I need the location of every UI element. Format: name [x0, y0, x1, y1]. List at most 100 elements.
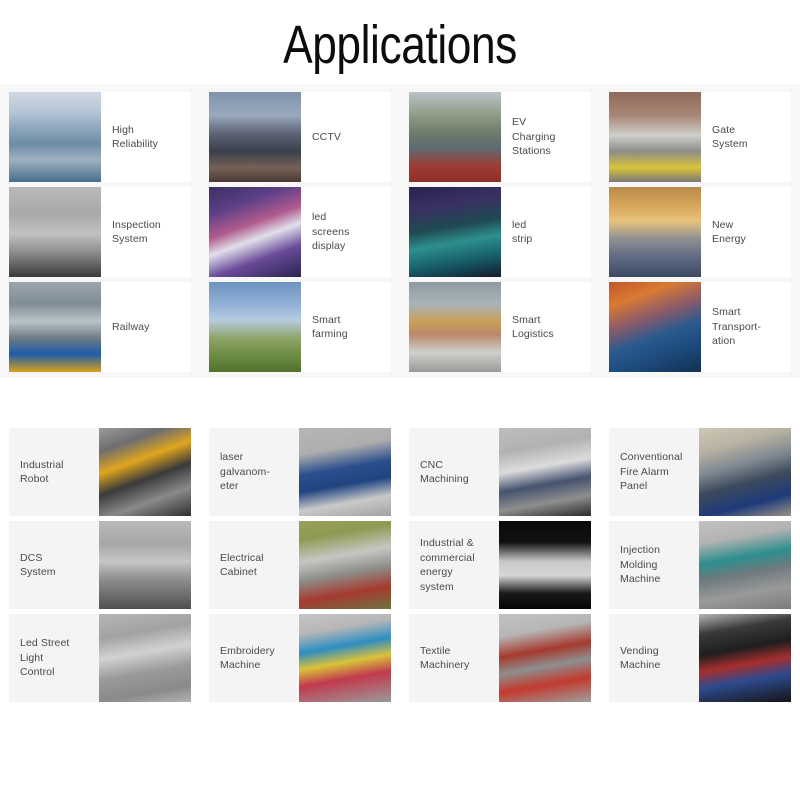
application-card-inspection-system[interactable]: Inspection System — [9, 187, 191, 277]
application-card-label: New Energy — [712, 218, 746, 246]
application-card-label: led screens display — [312, 211, 350, 253]
application-card-laser-galvanometer[interactable]: laser galvanom- eter — [209, 428, 391, 516]
application-cell: Railway — [0, 282, 200, 372]
application-card-textile-machinery[interactable]: Textile Machinery — [409, 614, 591, 702]
embroidery-machine-image — [299, 614, 391, 702]
application-cell: Embroidery Machine — [200, 614, 400, 702]
application-card-led-screens-display[interactable]: led screens display — [209, 187, 391, 277]
application-card-label: led strip — [512, 218, 533, 246]
industrial-robot-image — [99, 428, 191, 516]
application-card-label: laser galvanom- eter — [220, 451, 270, 493]
application-card-label: Electrical Cabinet — [220, 551, 264, 579]
application-card-label: Led Street Light Control — [20, 637, 70, 679]
vending-machine-image — [699, 614, 791, 702]
application-card-embroidery-machine[interactable]: Embroidery Machine — [209, 614, 391, 702]
application-card-smart-logistics[interactable]: Smart Logistics — [409, 282, 591, 372]
application-cell: led screens display — [200, 187, 400, 277]
secondary-applications-section: Industrial Robot laser galvanom- eter CN… — [0, 422, 800, 702]
energy-storage-cabinet-image — [499, 521, 591, 609]
barrier-gate-image — [609, 92, 701, 182]
application-cell: Inspection System — [0, 187, 200, 277]
application-card-electrical-cabinet[interactable]: Electrical Cabinet — [209, 521, 391, 609]
cctv-street-image — [209, 92, 301, 182]
application-row: Led Street Light Control Embroidery Mach… — [0, 614, 800, 702]
application-card-label: Smart Transport- ation — [712, 306, 762, 348]
application-cell: Industrial & commercial energy system — [400, 521, 600, 609]
application-card-label: Conventional Fire Alarm Panel — [620, 451, 683, 493]
application-cell: Smart Logistics — [400, 282, 600, 372]
application-cell: Electrical Cabinet — [200, 521, 400, 609]
application-cell: Industrial Robot — [0, 428, 200, 516]
application-card-label: Industrial & commercial energy system — [420, 537, 475, 593]
application-cell: EV Charging Stations — [400, 92, 600, 182]
ev-charging-image — [409, 92, 501, 182]
application-row: Railway Smart farming Smart Logistics Sm… — [0, 282, 800, 372]
application-card-label: Railway — [112, 320, 150, 333]
application-card-smart-farming[interactable]: Smart farming — [209, 282, 391, 372]
application-cell: DCS System — [0, 521, 200, 609]
turnstile-gates-image — [9, 92, 101, 182]
led-strip-house-image — [409, 187, 501, 277]
application-card-vending-machine[interactable]: Vending Machine — [609, 614, 791, 702]
application-card-ev-charging-stations[interactable]: EV Charging Stations — [409, 92, 591, 182]
application-card-gate-system[interactable]: Gate System — [609, 92, 791, 182]
application-card-new-energy[interactable]: New Energy — [609, 187, 791, 277]
application-card-dcs-system[interactable]: DCS System — [9, 521, 191, 609]
cnc-machine-image — [499, 428, 591, 516]
application-row: Inspection System led screens display le… — [0, 187, 800, 277]
application-cell: Conventional Fire Alarm Panel — [600, 428, 800, 516]
truck-light-trails-image — [609, 282, 701, 372]
wind-solar-image — [609, 187, 701, 277]
textile-machinery-image — [499, 614, 591, 702]
application-card-cctv[interactable]: CCTV — [209, 92, 391, 182]
application-cell: Gate System — [600, 92, 800, 182]
application-card-conventional-fire-alarm-panel[interactable]: Conventional Fire Alarm Panel — [609, 428, 791, 516]
application-row: Industrial Robot laser galvanom- eter CN… — [0, 428, 800, 516]
application-card-label: Embroidery Machine — [220, 644, 275, 672]
primary-applications-section: High Reliability CCTV EV Charging Statio… — [0, 84, 800, 378]
application-card-railway[interactable]: Railway — [9, 282, 191, 372]
application-cell: CCTV — [200, 92, 400, 182]
application-card-cnc-machining[interactable]: CNC Machining — [409, 428, 591, 516]
application-card-label: CNC Machining — [420, 458, 469, 486]
warehouse-image — [409, 282, 501, 372]
application-cell: laser galvanom- eter — [200, 428, 400, 516]
application-card-label: Industrial Robot — [20, 458, 64, 486]
fire-alarm-panel-image — [699, 428, 791, 516]
application-cell: High Reliability — [0, 92, 200, 182]
section-spacer — [0, 378, 800, 422]
application-card-label: High Reliability — [112, 123, 159, 151]
application-card-led-strip[interactable]: led strip — [409, 187, 591, 277]
application-card-industrial-robot[interactable]: Industrial Robot — [9, 428, 191, 516]
laser-marking-machine-image — [299, 428, 391, 516]
application-card-label: CCTV — [312, 130, 341, 143]
application-cell: Injection Molding Machine — [600, 521, 800, 609]
application-card-label: Smart Logistics — [512, 313, 554, 341]
dcs-control-room-image — [99, 521, 191, 609]
application-card-label: Smart farming — [312, 313, 348, 341]
led-billboard-image — [209, 187, 301, 277]
led-street-light-image — [99, 614, 191, 702]
application-cell: Led Street Light Control — [0, 614, 200, 702]
page-title: Applications — [283, 15, 517, 75]
application-card-label: Inspection System — [112, 218, 161, 246]
application-card-smart-transportation[interactable]: Smart Transport- ation — [609, 282, 791, 372]
application-cell: Smart farming — [200, 282, 400, 372]
application-card-industrial-commercial-energy-system[interactable]: Industrial & commercial energy system — [409, 521, 591, 609]
application-card-label: Vending Machine — [620, 644, 661, 672]
xray-scanner-image — [9, 187, 101, 277]
application-row: High Reliability CCTV EV Charging Statio… — [0, 92, 800, 182]
application-cell: Textile Machinery — [400, 614, 600, 702]
application-cell: CNC Machining — [400, 428, 600, 516]
greenhouse-image — [209, 282, 301, 372]
application-card-label: Gate System — [712, 123, 748, 151]
applications-page: Applications High Reliability CCTV EV Ch… — [0, 0, 800, 702]
application-card-led-street-light-control[interactable]: Led Street Light Control — [9, 614, 191, 702]
application-card-label: Textile Machinery — [420, 644, 470, 672]
application-card-injection-molding-machine[interactable]: Injection Molding Machine — [609, 521, 791, 609]
application-cell: Smart Transport- ation — [600, 282, 800, 372]
application-card-high-reliability[interactable]: High Reliability — [9, 92, 191, 182]
application-card-label: Injection Molding Machine — [620, 544, 661, 586]
application-card-label: DCS System — [20, 551, 56, 579]
electrical-cabinet-image — [299, 521, 391, 609]
